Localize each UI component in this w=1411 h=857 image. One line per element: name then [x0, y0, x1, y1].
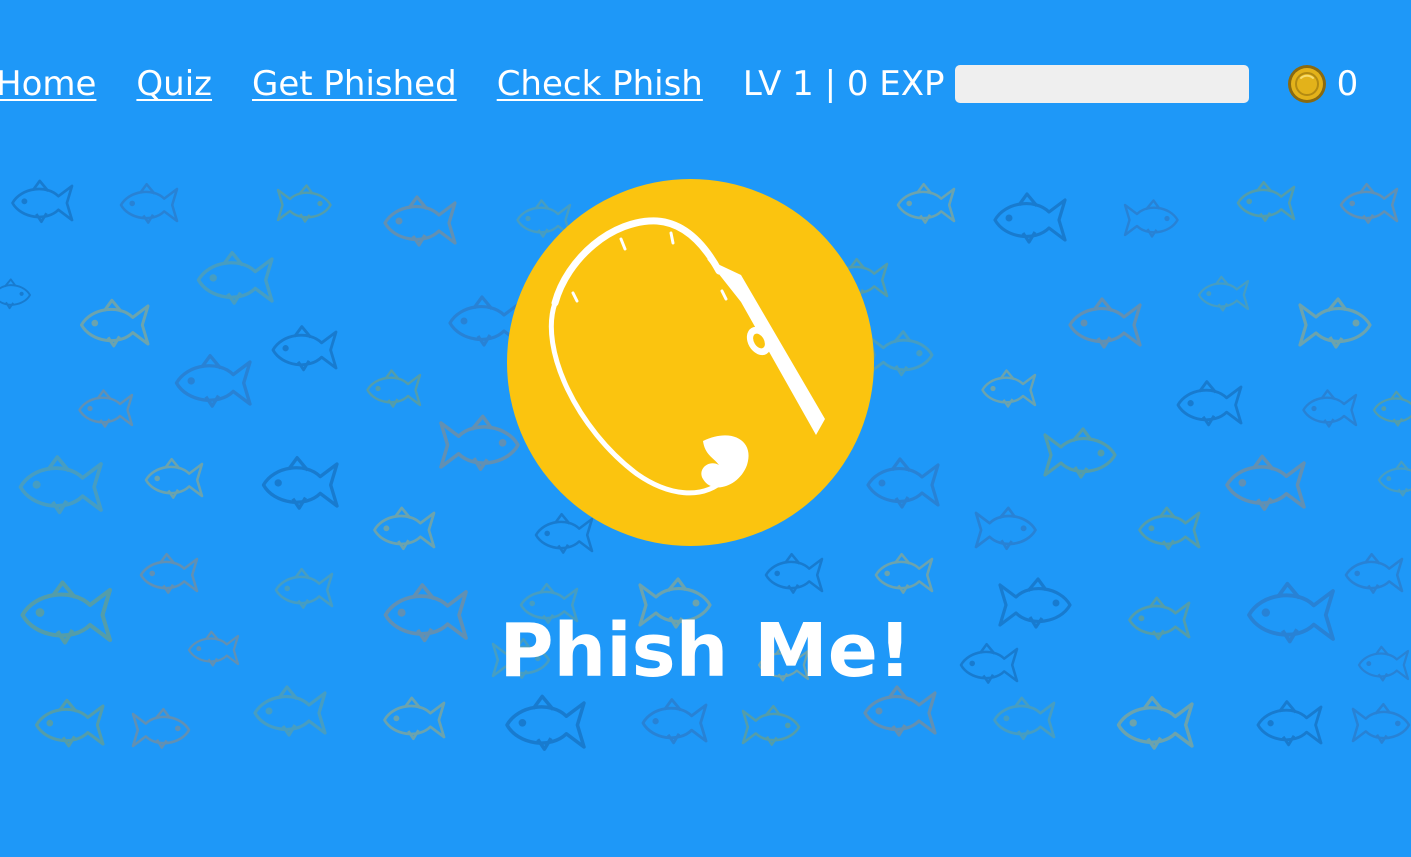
nav-link-check-phish[interactable]: Check Phish: [497, 64, 703, 104]
fish-pattern-icon: [0, 278, 31, 310]
fish-pattern-icon: [1351, 702, 1411, 744]
fish-pattern-icon: [1123, 199, 1179, 238]
fish-pattern-icon: [741, 704, 801, 746]
fish-pattern-icon: [974, 506, 1037, 551]
fish-pattern-icon: [993, 696, 1056, 741]
fish-pattern-icon: [1225, 454, 1306, 511]
fish-pattern-icon: [1377, 460, 1411, 497]
top-nav: Home Quiz Get Phished Check Phish LV 1 |…: [0, 52, 1411, 116]
fish-pattern-icon: [373, 506, 436, 551]
fish-pattern-icon: [174, 354, 252, 408]
fish-pattern-icon: [383, 195, 457, 247]
fish-pattern-icon: [79, 298, 150, 348]
fish-pattern-icon: [144, 457, 204, 499]
fish-pattern-icon: [11, 179, 74, 224]
coin-counter: 0: [1287, 64, 1359, 104]
fish-pattern-icon: [18, 455, 103, 515]
fish-pattern-icon: [1344, 552, 1404, 594]
fish-pattern-icon: [866, 457, 940, 509]
fish-pattern-icon: [1043, 427, 1117, 479]
fish-pattern-icon: [261, 456, 339, 510]
fish-pattern-icon: [867, 330, 934, 377]
level-exp-label: LV 1 | 0 EXP: [742, 64, 945, 104]
fish-pattern-icon: [78, 389, 134, 428]
fish-pattern-icon: [1236, 180, 1296, 222]
fish-pattern-icon: [383, 696, 446, 741]
fish-pattern-icon: [34, 698, 105, 748]
fish-pattern-icon: [366, 369, 422, 408]
coin-count: 0: [1336, 64, 1359, 104]
nav-link-home[interactable]: Home: [0, 64, 96, 104]
fish-pattern-icon: [1302, 389, 1358, 428]
fish-pattern-icon: [641, 698, 708, 745]
fish-pattern-icon: [271, 325, 338, 372]
fish-pattern-icon: [1176, 380, 1243, 427]
fish-pattern-icon: [1339, 182, 1399, 224]
exp-progress-bar: [954, 65, 1249, 103]
fish-pattern-icon: [1256, 700, 1323, 747]
fish-pattern-icon: [764, 552, 824, 594]
fish-pattern-icon: [196, 251, 274, 305]
fish-pattern-icon: [1116, 696, 1194, 750]
fish-pattern-icon: [505, 694, 586, 751]
fish-pattern-icon: [131, 707, 191, 749]
fish-pattern-icon: [1372, 390, 1411, 427]
fish-pattern-icon: [119, 182, 179, 224]
coin-icon: [1287, 65, 1326, 103]
fish-pattern-icon: [1197, 275, 1250, 312]
fish-pattern-icon: [981, 369, 1037, 408]
fish-pattern-icon: [993, 192, 1067, 244]
fish-pattern-icon: [139, 552, 199, 594]
fish-pattern-icon: [1138, 506, 1201, 551]
fish-pattern-icon: [874, 552, 934, 594]
fish-pattern-icon: [1068, 297, 1142, 349]
page-title: Phish Me!: [499, 608, 912, 694]
nav-link-quiz[interactable]: Quiz: [136, 64, 212, 104]
fishing-rod-logo: [507, 179, 874, 546]
fish-pattern-icon: [1298, 297, 1372, 349]
fish-pattern-icon: [274, 567, 334, 609]
fish-pattern-icon: [896, 182, 956, 224]
nav-link-get-phished[interactable]: Get Phished: [252, 64, 457, 104]
fish-pattern-icon: [276, 184, 332, 223]
